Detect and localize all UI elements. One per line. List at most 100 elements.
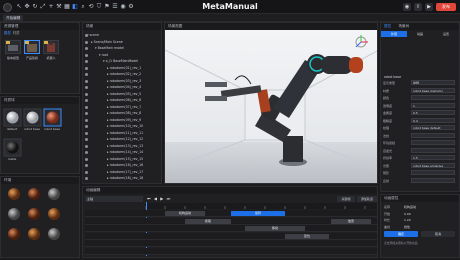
property-input[interactable]	[411, 177, 455, 183]
subtab-settings[interactable]: 设置	[433, 31, 459, 37]
property-input[interactable]	[411, 140, 455, 145]
anim-prop-row: 时长 1.20	[384, 217, 458, 223]
timeline-track[interactable]	[85, 232, 377, 240]
visibility-eye-icon[interactable]	[85, 125, 88, 128]
visibility-eye-icon[interactable]	[85, 157, 88, 161]
tree-row[interactable]: ▸ robotarm(06)_rev_6	[107, 98, 141, 102]
visibility-eye-icon[interactable]	[85, 177, 88, 180]
tree-row[interactable]: ▸ robotarm(01)_rev_1	[107, 66, 141, 70]
user-icon[interactable]: ◉	[403, 3, 411, 11]
tree-row[interactable]: ▸ robotarm(16)_rev_16	[107, 163, 143, 167]
share-icon[interactable]: ⇪	[414, 3, 422, 11]
anim-prop-value[interactable]: 1.20	[404, 217, 411, 223]
visibility-eye-icon[interactable]	[85, 47, 88, 50]
robot-thumb-graphics	[8, 41, 55, 52]
property-input[interactable]: 1	[411, 102, 455, 108]
anim-prop-value[interactable]: 线性	[404, 224, 410, 230]
visibility-eye-icon[interactable]	[85, 73, 88, 76]
tree-row[interactable]: ▸ robotarm(15)_rev_15	[107, 157, 143, 161]
tree-row[interactable]: ▸ Scene/Main Scene	[91, 40, 123, 44]
visibility-eye-icon[interactable]	[85, 138, 88, 141]
tree-row[interactable]: ▸ robotarm(07)_rev_7	[107, 105, 141, 109]
property-input[interactable]: robot base lowColor	[411, 87, 455, 93]
property-input[interactable]: 1.5	[411, 155, 455, 160]
property-row: 折射率 1.5	[383, 155, 457, 161]
property-input[interactable]: 常规	[411, 80, 455, 85]
timeline-clip[interactable]: 移动	[245, 226, 305, 231]
property-input[interactable]: robot base emissive	[411, 162, 455, 168]
property-input[interactable]: 0.4	[411, 117, 455, 123]
tab-scene-tree[interactable]: 场景树	[398, 24, 409, 28]
timeline-track[interactable]	[85, 247, 377, 255]
timeline-clip[interactable]: 抓取	[185, 218, 231, 224]
timeline-track-select[interactable]: 主轴	[85, 196, 143, 202]
playback-controls[interactable]: ⏮ ◀ ▶ ⏭	[147, 196, 171, 201]
visibility-eye-icon[interactable]	[85, 131, 88, 135]
3d-viewport[interactable]: 场景视图	[164, 22, 378, 184]
tree-row[interactable]: ▸ robotarm(12)_rev_12	[107, 137, 143, 141]
subtab-animation[interactable]: 动画	[407, 31, 433, 37]
tree-row[interactable]: ▸ robotarm(17)_rev_17	[107, 170, 143, 174]
add-track-button[interactable]: 添加轨道	[357, 196, 377, 202]
tree-row[interactable]: ▾ scene	[87, 33, 99, 37]
visibility-eye-icon[interactable]	[85, 60, 88, 63]
tree-row[interactable]: ▾ BaseMain model	[95, 46, 124, 50]
tree-row[interactable]: ▸ robotarm(13)_rev_13	[107, 144, 143, 148]
anim-prop-value[interactable]: 机构运动	[404, 204, 416, 210]
tree-row[interactable]: ▸ robotarm(18)_rev_18	[107, 176, 143, 180]
edit-mode-button[interactable]: 开始编辑	[3, 15, 24, 21]
scene-tree-header: 场景	[83, 23, 161, 30]
timeline-clip[interactable]: 复位	[285, 233, 329, 239]
timeline-clip[interactable]: 放置	[331, 218, 371, 224]
timeline-ruler	[145, 203, 377, 209]
visibility-eye-icon[interactable]	[85, 105, 88, 109]
tree-row[interactable]: ▸ robotarm(08)_rev_8	[107, 111, 141, 115]
visibility-eye-icon[interactable]	[85, 151, 88, 154]
tree-row[interactable]: ▸ robotarm(05)_rev_5	[107, 92, 141, 96]
visibility-eye-icon[interactable]	[85, 144, 88, 148]
tree-row[interactable]: ▸ robotarm(10)_rev_10	[107, 124, 143, 128]
tree-row[interactable]: ▾ a_l1 BaseMainModel	[103, 59, 138, 63]
visibility-eye-icon[interactable]	[85, 164, 88, 167]
tree-row[interactable]: ▸ robotarm(02)_rev_2	[107, 72, 141, 76]
timeline-header: 动画编辑	[83, 187, 377, 194]
tree-row[interactable]: ▾ root	[99, 53, 108, 57]
anim-prop-row: 名称 机构运动	[384, 204, 458, 210]
property-input[interactable]	[411, 132, 455, 138]
tree-row[interactable]: ▸ robotarm(14)_rev_14	[107, 150, 143, 154]
timeline-track[interactable]	[85, 240, 377, 247]
scene-tree-panel: 场景 ▾ scene ▸ Scene/Main Scene ▾ BaseMain m…	[82, 22, 162, 184]
visibility-eye-icon[interactable]	[85, 34, 88, 37]
property-input[interactable]: 0.5	[411, 110, 455, 115]
publish-button[interactable]: 发布	[436, 3, 456, 11]
visibility-eye-icon[interactable]	[85, 40, 88, 44]
property-label: 自发光	[383, 148, 393, 153]
visibility-eye-icon[interactable]	[85, 118, 88, 122]
property-input[interactable]	[411, 170, 455, 175]
tree-row[interactable]: ▸ robotarm(04)_rev_4	[107, 85, 141, 89]
keyframe-button[interactable]: 关键帧	[337, 196, 355, 202]
subtab-appearance[interactable]: 外观	[381, 31, 407, 37]
visibility-eye-icon[interactable]	[85, 92, 88, 96]
visibility-eye-icon[interactable]	[85, 79, 88, 83]
visibility-eye-icon[interactable]	[85, 112, 88, 115]
property-input[interactable]: robot base default	[411, 125, 455, 130]
confirm-button[interactable]: 确定	[384, 231, 418, 237]
timeline-clip[interactable]: 机构运动	[165, 211, 205, 216]
tree-row[interactable]: ▸ robotarm(03)_rev_3	[107, 79, 141, 83]
visibility-eye-icon[interactable]	[85, 99, 88, 102]
visibility-eye-icon[interactable]	[85, 170, 88, 174]
visibility-eye-icon[interactable]	[85, 86, 88, 89]
cancel-button[interactable]: 取消	[421, 231, 455, 237]
timeline-clip[interactable]: 旋转	[231, 211, 285, 216]
visibility-eye-icon[interactable]	[85, 53, 88, 57]
visibility-eye-icon[interactable]	[85, 66, 88, 70]
play-icon[interactable]: ▶	[425, 3, 433, 11]
tree-row[interactable]: ▸ robotarm(09)_rev_9	[107, 118, 141, 122]
property-input[interactable]	[411, 147, 455, 153]
anim-prop-value[interactable]: 0.00	[404, 211, 411, 217]
property-input[interactable]	[411, 95, 455, 100]
tree-row[interactable]: ▸ robotarm(11)_rev_11	[107, 131, 143, 135]
timeline-track[interactable]	[85, 225, 377, 232]
tab-properties[interactable]: 属性	[384, 24, 391, 28]
